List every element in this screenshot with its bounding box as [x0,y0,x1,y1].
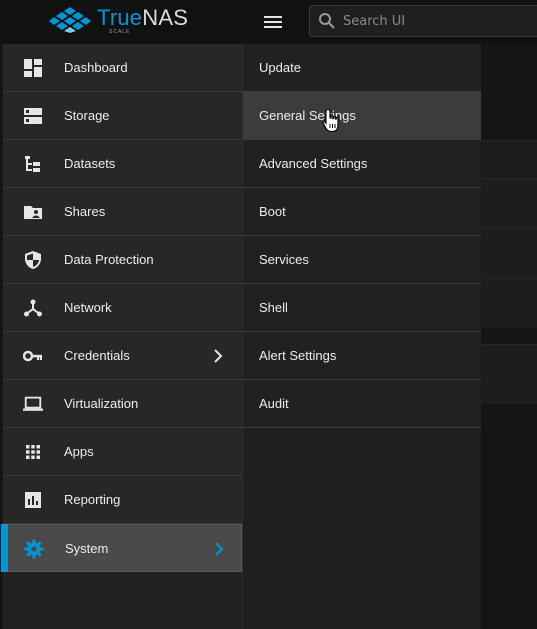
sidebar-item-label: Apps [64,444,94,459]
sidebar-item-virtualization[interactable]: Virtualization [3,380,242,428]
sidebar-nav: Dashboard Storage Datasets Shares Data P… [0,44,242,629]
shares-folder-icon [24,206,42,219]
page-content-background [481,44,537,629]
apps-grid-icon [26,445,40,459]
shield-icon [25,251,41,269]
submenu-item-alert-settings[interactable]: Alert Settings [243,332,481,380]
sidebar-item-label: Credentials [64,348,130,363]
storage-icon [24,108,42,124]
truenas-logo-mark-icon [49,7,91,33]
search-icon [319,13,335,29]
sidebar-item-label: Datasets [64,156,116,171]
submenu-item-services[interactable]: Services [243,236,481,284]
dashboard-icon [24,59,42,77]
chevron-right-icon [214,349,223,363]
submenu-item-shell[interactable]: Shell [243,284,481,332]
chevron-right-icon [215,542,224,556]
reporting-icon [25,492,41,508]
logo-wordmark: TrueNAS [97,5,188,31]
hamburger-menu-icon [264,16,282,28]
sidebar-item-apps[interactable]: Apps [3,428,242,476]
sidebar-item-shares[interactable]: Shares [3,188,242,236]
content-row [481,344,537,404]
submenu-item-audit[interactable]: Audit [243,380,481,428]
key-icon [23,350,42,362]
sidebar-item-data-protection[interactable]: Data Protection [3,236,242,284]
submenu-item-boot[interactable]: Boot [243,188,481,236]
sidebar-item-label: Data Protection [64,252,154,267]
top-bar: TrueNAS SCALE [0,0,537,44]
sidebar-item-network[interactable]: Network [3,284,242,332]
logo-true-text: True [97,5,143,30]
submenu-item-advanced-settings[interactable]: Advanced Settings [243,140,481,188]
content-row [481,278,537,328]
sidebar-item-label: Storage [64,108,110,123]
content-row [481,140,537,178]
logo-nas-text: NAS [142,5,189,30]
laptop-icon [23,396,43,411]
sidebar-item-label: Dashboard [64,60,128,75]
sidebar-item-reporting[interactable]: Reporting [3,476,242,524]
gear-icon [24,539,44,559]
sidebar-item-storage[interactable]: Storage [3,92,242,140]
sidebar-item-credentials[interactable]: Credentials [3,332,242,380]
sidebar-item-dashboard[interactable]: Dashboard [3,44,242,92]
sidebar-item-system[interactable]: System [1,524,242,572]
sidebar-item-label: System [65,541,109,556]
network-icon [24,299,42,317]
sidebar-item-datasets[interactable]: Datasets [3,140,242,188]
content-row [481,178,537,228]
menu-toggle-button[interactable] [261,12,285,32]
submenu-item-update[interactable]: Update [243,44,481,92]
sidebar-item-label: Virtualization [64,396,139,411]
logo-scale-text: SCALE [109,29,131,35]
sidebar-item-label: Shares [64,204,106,219]
search-input[interactable] [341,12,531,30]
sidebar-item-label: Network [64,300,112,315]
truenas-logo[interactable]: TrueNAS SCALE [49,5,188,35]
search-box[interactable] [309,5,537,37]
sidebar-item-label: Reporting [64,492,121,507]
content-row [481,228,537,278]
system-submenu: Update General Settings Advanced Setting… [242,44,481,629]
submenu-item-general-settings[interactable]: General Settings [243,92,481,140]
datasets-icon [25,156,40,172]
